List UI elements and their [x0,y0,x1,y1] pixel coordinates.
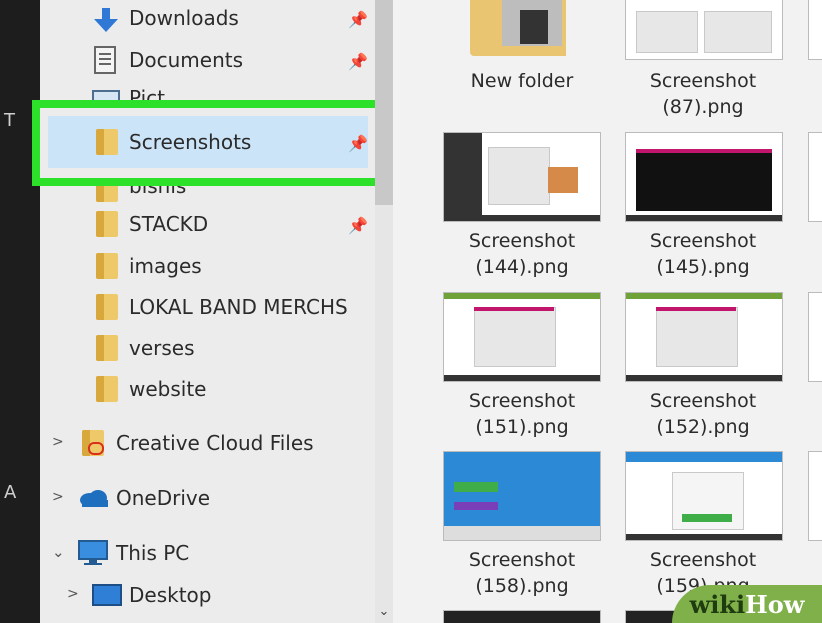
nav-item-label: LOKAL BAND MERCHS [129,295,348,319]
nav-item-label: Documents [129,48,244,72]
file-thumbnail[interactable] [808,132,822,222]
file-label: (152).png [656,416,750,438]
nav-item-label: bisnis [129,186,187,198]
nav-item-desktop[interactable]: > Desktop [40,575,375,615]
creative-cloud-icon [82,430,106,456]
computer-icon [78,540,108,565]
watermark-part: wiki [689,589,746,619]
nav-item-onedrive[interactable]: > OneDrive [40,478,375,518]
pin-icon: 📌 [348,52,368,71]
nav-item-label: Pict [129,86,166,100]
file-thumbnail[interactable] [808,451,822,541]
folder-icon [96,186,118,202]
file-explorer-window: T A Downloads 📌 Documents 📌 Pict Screens… [0,0,822,623]
chevron-right-icon[interactable]: > [52,434,64,450]
nav-item-bisnis[interactable]: bisnis [40,186,375,204]
file-label: (158).png [475,575,569,597]
folder-icon [96,211,118,237]
cloud-icon [80,490,108,507]
folder-icon [96,253,118,279]
nav-item-creative-cloud-files[interactable]: > Creative Cloud Files [40,423,375,463]
nav-item-images[interactable]: images [40,246,375,286]
folder-icon [96,376,118,402]
nav-item-lokal-band-merchs[interactable]: LOKAL BAND MERCHS [40,287,375,327]
file-label: Screenshot [649,230,757,252]
file-label: (151).png [475,416,569,438]
nav-item-label: verses [129,336,195,360]
chevron-down-icon[interactable]: ⌄ [52,543,65,561]
nav-item-label: This PC [116,541,190,565]
download-arrow-icon [94,8,118,32]
nav-item-verses[interactable]: verses [40,328,375,368]
nav-item-this-pc[interactable]: ⌄ This PC [40,533,375,573]
file-thumbnail[interactable] [625,451,783,541]
file-thumbnail[interactable] [808,0,822,60]
nav-item-label: website [129,377,207,401]
pin-icon: 📌 [348,10,368,29]
nav-item-pictures[interactable]: Pict [40,80,375,100]
file-label: (87).png [662,96,744,118]
folder-icon [96,294,118,320]
file-label: Screenshot [468,549,576,571]
nav-item-label: Desktop [129,583,212,607]
nav-item-label: Creative Cloud Files [116,431,314,455]
file-thumbnail[interactable] [443,132,601,222]
chevron-right-icon[interactable]: > [67,586,79,602]
scrollbar-thumb[interactable] [375,0,393,205]
wikihow-watermark: wiki How [672,585,822,623]
nav-item-documents[interactable]: Documents 📌 [40,40,375,80]
nav-item-stackd[interactable]: STACKD 📌 [40,204,375,244]
file-thumbnail[interactable] [443,292,601,382]
edge-letter: A [4,482,17,503]
nav-item-label: images [129,254,202,278]
file-label: (144).png [475,256,569,278]
nav-item-website[interactable]: website [40,369,375,409]
file-label: Screenshot [649,70,757,92]
nav-item-label: STACKD [129,212,209,236]
file-thumbnail[interactable] [625,0,783,60]
file-label: New folder [470,70,574,92]
scroll-down-arrow-icon[interactable]: ⌄ [375,604,393,620]
file-thumbnail[interactable] [443,451,601,541]
file-thumbnail[interactable] [808,292,822,382]
edge-letter: T [4,110,15,131]
file-label: Screenshot [468,230,576,252]
background-window-strip: T A [0,0,40,623]
pin-icon: 📌 [348,216,368,235]
watermark-part: How [745,589,805,619]
nav-item-label: OneDrive [116,486,211,510]
file-thumbnail[interactable] [625,292,783,382]
nav-item-label: Downloads [129,6,239,30]
desktop-icon [92,584,122,606]
tutorial-highlight-box [32,100,384,186]
file-label: (145).png [656,256,750,278]
document-icon [94,46,116,74]
file-label: Screenshot [649,549,757,571]
file-label: Screenshot [649,390,757,412]
file-label: Screenshot [468,390,576,412]
file-thumbnail[interactable] [625,132,783,222]
pictures-icon [92,90,120,100]
nav-item-downloads[interactable]: Downloads 📌 [40,0,375,40]
file-thumbnail[interactable] [443,610,601,623]
file-tile-new-folder[interactable] [470,0,570,58]
chevron-right-icon[interactable]: > [52,489,64,505]
folder-icon [96,335,118,361]
